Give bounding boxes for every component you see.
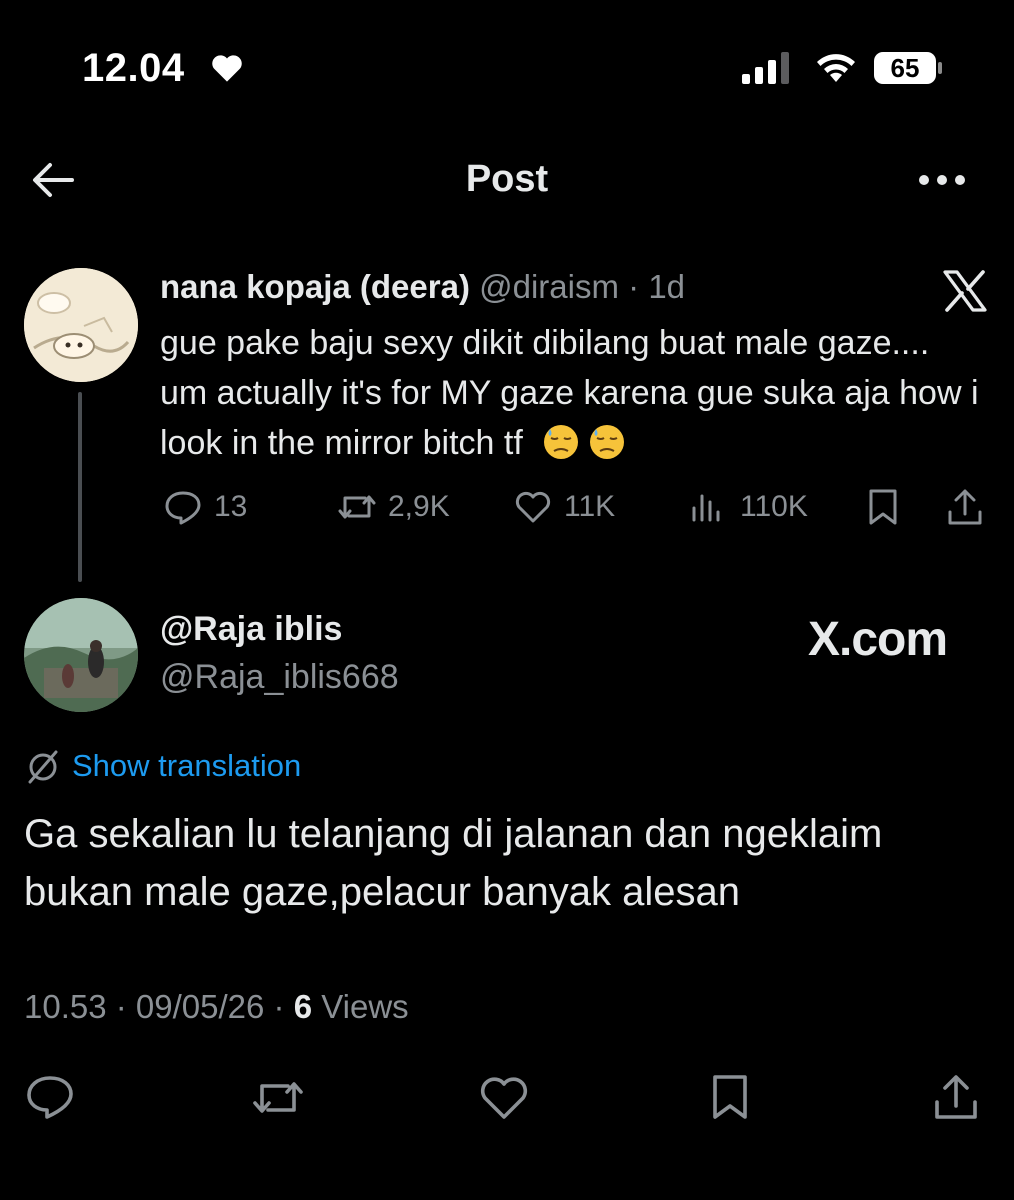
tweet-text: Ga sekalian lu telanjang di jalanan dan … (24, 812, 883, 914)
avatar[interactable] (24, 598, 138, 712)
show-translation-link[interactable]: Show translation (72, 748, 301, 784)
tweet-meta: 10.53 · 09/05/26 · 6 Views (24, 988, 409, 1026)
page-title: Post (465, 158, 549, 200)
status-time: 12.04 (82, 46, 185, 90)
reply-icon (165, 491, 201, 525)
views-icon (692, 494, 720, 522)
repost-button[interactable]: 2,9K (336, 485, 450, 529)
downcast-face-with-sweat-emoji (544, 425, 579, 459)
meta-separator: · (264, 988, 294, 1025)
battery-level: 65 (890, 53, 920, 83)
tweet-author-row[interactable]: nana kopaja (deera) @diraism · 1d (160, 268, 685, 306)
heart-icon (212, 55, 242, 82)
like-button[interactable]: 11K (512, 485, 615, 529)
avatar-illustration (24, 268, 138, 382)
downcast-face-with-sweat-emoji (590, 425, 625, 459)
bookmark-icon[interactable] (862, 486, 904, 528)
bookmark-icon[interactable] (702, 1072, 758, 1122)
reply-count: 13 (214, 490, 248, 523)
x-com-watermark: X.com (808, 613, 948, 666)
display-name[interactable]: nana kopaja (deera) (160, 268, 470, 305)
views-button[interactable]: 110K (688, 485, 808, 529)
meta-separator: · (618, 268, 649, 305)
views-label[interactable]: Views (321, 988, 408, 1025)
author-handle[interactable]: @diraism (479, 268, 619, 305)
avatar[interactable] (24, 268, 138, 382)
share-icon[interactable] (944, 486, 986, 528)
repost-icon[interactable] (250, 1072, 306, 1122)
heart-outline-icon (515, 491, 551, 523)
thread-connector (78, 392, 82, 582)
display-name[interactable]: @Raja iblis (160, 610, 342, 649)
views-count: 110K (740, 490, 808, 523)
repost-icon (338, 495, 376, 519)
meta-separator: · (106, 988, 136, 1025)
repost-count: 2,9K (388, 490, 450, 523)
tweet-date: 09/05/26 (135, 988, 265, 1025)
tweet-text: gue pake baju sexy dikit dibilang buat m… (160, 318, 980, 468)
wifi-icon (817, 54, 855, 82)
reply-button[interactable]: 13 (162, 485, 247, 529)
avatar-illustration (24, 598, 138, 712)
heart-outline-icon[interactable] (476, 1072, 532, 1122)
more-options-icon[interactable] (916, 170, 968, 190)
reply-icon[interactable] (22, 1072, 78, 1122)
tweet-time: 10.53 (24, 988, 107, 1025)
share-icon[interactable] (928, 1072, 984, 1122)
views-count: 6 (293, 988, 313, 1025)
tweet-time[interactable]: 1d (648, 268, 685, 305)
author-handle[interactable]: @Raja_iblis668 (160, 658, 399, 697)
translate-globe-icon (28, 750, 58, 784)
x-logo-icon (943, 270, 987, 312)
like-count: 11K (564, 490, 616, 523)
cellular-signal-icon (742, 52, 789, 84)
